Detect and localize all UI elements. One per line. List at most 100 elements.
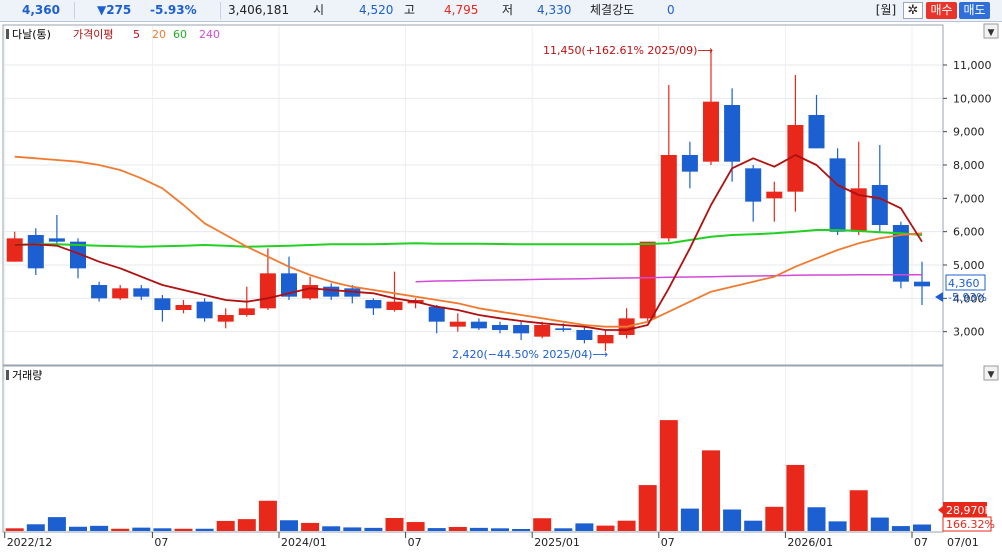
candle-body [154, 298, 171, 310]
volume-bar [723, 509, 742, 531]
volume-bar [680, 508, 699, 531]
time-tick-label: 07 [154, 536, 168, 549]
candle-body [238, 308, 255, 315]
price-tick-label: 11,000 [953, 59, 992, 72]
low-label: 저 [502, 3, 514, 17]
current-price-tag: 4,360 [948, 277, 980, 290]
open-price: 4,520 [359, 3, 394, 17]
strength-label: 체결강도 [590, 3, 635, 17]
candle-body [745, 168, 762, 202]
candle-body [555, 328, 572, 330]
candle-body [597, 335, 614, 344]
current-price-marker: 4,360 -5.93% [945, 274, 987, 304]
candle-body [133, 288, 150, 297]
legend-marker-icon [6, 370, 9, 380]
chevron-down-icon: ▼ [988, 370, 995, 380]
chevron-down-icon: ▼ [988, 28, 995, 38]
price-tick-label: 6,000 [953, 226, 985, 239]
candle-body [660, 155, 677, 239]
stock-chart[interactable]: 다날(통) 가격이평 5 20 60 240 거래량 ▼ ▼ 11,450(+1… [0, 22, 1002, 552]
time-tick-label: 07 [408, 536, 422, 549]
sell-button[interactable]: 매도 [959, 2, 990, 19]
volume-bar [174, 528, 193, 531]
volume-bar [69, 526, 87, 531]
volume-bar [448, 526, 467, 531]
price-change: ▼275 [97, 3, 132, 17]
price-tick-label: 10,000 [953, 92, 992, 105]
candle-body [428, 306, 445, 322]
volume-bar [47, 517, 66, 531]
volume-bar [237, 519, 256, 531]
volume-bar [364, 527, 383, 531]
candle-body [302, 285, 319, 299]
current-price-percent-tag: -5.93% [948, 291, 987, 304]
volume-bar [554, 528, 573, 531]
volume-bar [385, 518, 404, 531]
volume-bar [427, 528, 446, 531]
price-tick-label: 7,000 [953, 192, 985, 205]
legend-ma20: 20 [152, 28, 166, 41]
volume-bar [195, 528, 214, 531]
candle-body [914, 281, 930, 287]
trade-volume: 3,406,181 [228, 3, 290, 17]
price-tick-label: 8,000 [953, 159, 985, 172]
candle-body [91, 285, 108, 299]
min-price-annotation: 2,420(−44.50% 2025/04)⟶ [452, 348, 608, 361]
high-price: 4,795 [444, 3, 479, 17]
volume-bar [849, 490, 868, 531]
candle-body [703, 101, 719, 162]
low-price: 4,330 [537, 3, 572, 17]
legend-ma240: 240 [199, 28, 220, 41]
time-tick-label: 07 [914, 536, 928, 549]
settings-gear-icon[interactable]: ✲ [903, 2, 923, 19]
current-volume-percent-tag: 166.32% [946, 518, 995, 531]
volume-bar [533, 518, 552, 531]
volume-bar [90, 525, 109, 531]
volume-bar [891, 526, 910, 531]
legend-ma60: 60 [173, 28, 187, 41]
candle-body [386, 301, 403, 310]
volume-bar [659, 420, 678, 531]
candle-body [6, 238, 23, 262]
volume-bar [216, 520, 235, 531]
volume-bar [786, 464, 805, 531]
period-monthly-button[interactable]: [월] [872, 2, 900, 19]
volume-legend: 거래량 [6, 369, 42, 382]
time-tick-label: 2025/01 [534, 536, 580, 549]
volume-bar [111, 528, 130, 531]
time-tick-label: 2026/01 [787, 536, 833, 549]
candle-body [48, 238, 65, 242]
candle-body [576, 330, 593, 340]
volume-bar [258, 500, 277, 531]
volume-bar [491, 528, 509, 531]
quote-toolbar: 4,360 ▼275 -5.93% 3,406,181 시 4,520 고 4,… [0, 0, 1002, 22]
candle-body [492, 325, 508, 330]
candle-body [112, 288, 129, 299]
volume-bar [280, 520, 298, 531]
time-axis-last-label: 07/01 [947, 536, 979, 549]
strength-value: 0 [667, 3, 675, 17]
volume-bar [132, 527, 151, 531]
candle-body [681, 155, 698, 172]
legend-ma5: 5 [133, 28, 140, 41]
candle-body [470, 321, 487, 329]
legend-stock-name: 다날(통) [12, 28, 51, 41]
divider [220, 2, 221, 19]
volume-bar [807, 507, 826, 531]
current-volume-tag: 28,970K [946, 504, 992, 517]
buy-button[interactable]: 매수 [926, 2, 957, 19]
volume-bar [828, 521, 847, 531]
volume-bar [26, 524, 45, 531]
current-price: 4,360 [22, 3, 60, 17]
volume-legend-title: 거래량 [12, 369, 42, 382]
volume-bar [765, 506, 784, 531]
max-price-annotation: 11,450(+162.61% 2025/09)⟶ [543, 44, 713, 57]
candle-body [175, 305, 192, 310]
time-axis: 2022/12 07 2024/01 07 2025/01 07 2026/01 07 [4, 532, 928, 549]
candle-body [323, 286, 340, 297]
legend-marker-icon [6, 29, 9, 39]
price-change-percent: -5.93% [150, 3, 197, 17]
price-tick-label: 3,000 [953, 326, 985, 339]
current-volume-marker: 28,970K 166.32% [942, 502, 995, 532]
volume-bar [469, 527, 488, 531]
